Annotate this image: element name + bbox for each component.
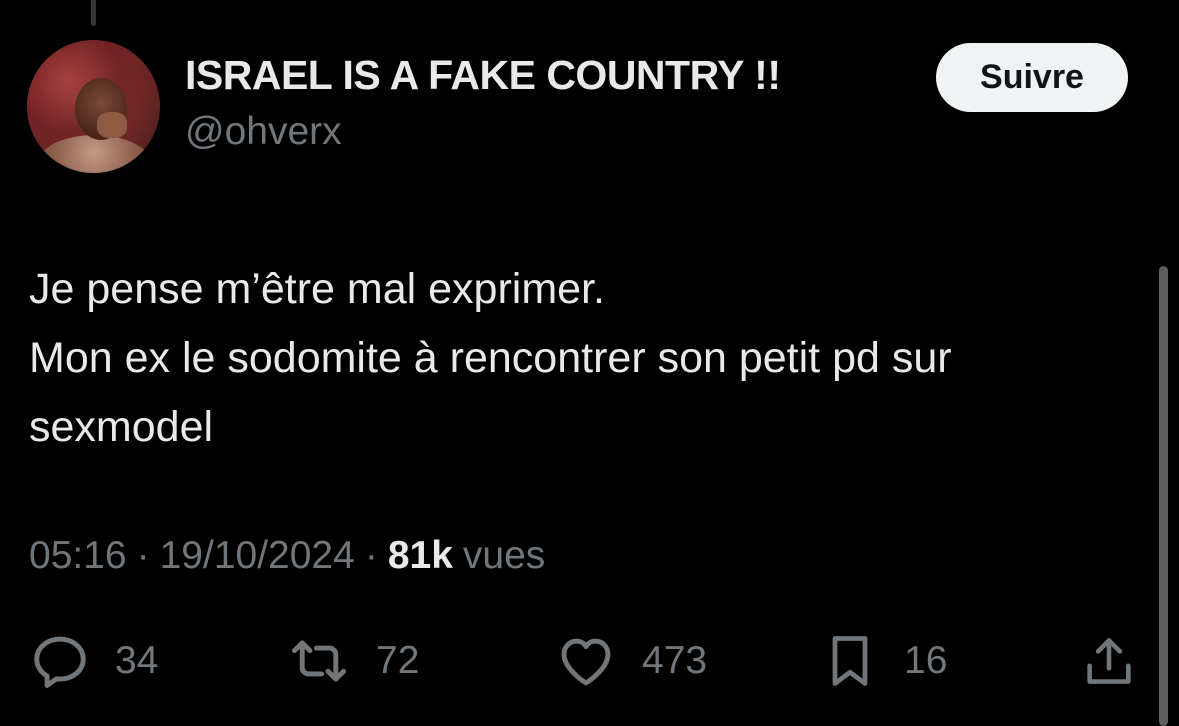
reply-button[interactable]: 34 [29,628,158,694]
tweet-text: Je pense m’être mal exprimer. Mon ex le … [29,255,1139,462]
tweet-date[interactable]: 19/10/2024 [160,534,355,578]
display-name[interactable]: ISRAEL IS A FAKE COUNTRY !! [185,52,781,99]
retweet-count: 72 [376,639,420,682]
bookmark-button[interactable]: 16 [820,628,947,694]
retweet-button[interactable]: 72 [286,628,419,694]
tweet-time[interactable]: 05:16 [29,534,127,578]
share-icon [1080,630,1138,692]
tweet-meta: 05:16 · 19/10/2024 · 81k vues [29,534,545,578]
reply-icon [29,630,91,692]
like-count: 473 [642,639,708,682]
bookmark-icon [820,630,880,692]
thread-connector-line [91,0,96,26]
avatar-hand [97,112,127,138]
avatar[interactable] [27,40,160,173]
user-handle[interactable]: @ohverx [185,110,342,154]
bookmark-count: 16 [904,639,948,682]
meta-separator: · [364,534,378,577]
meta-separator: · [136,534,150,577]
action-bar: 34 72 473 16 [0,628,1179,694]
views-count[interactable]: 81k [388,534,453,578]
views-label[interactable]: vues [463,534,545,578]
tweet-line: Je pense m’être mal exprimer. [29,265,605,313]
tweet-line: sexmodel [29,403,214,451]
tweet-line: Mon ex le sodomite à rencontrer son peti… [29,334,952,382]
retweet-icon [286,630,352,692]
share-button[interactable] [1080,628,1138,694]
scrollbar[interactable] [1159,266,1168,726]
like-button[interactable]: 473 [554,628,707,694]
reply-count: 34 [115,639,159,682]
heart-icon [554,630,618,692]
follow-button[interactable]: Suivre [936,43,1128,112]
